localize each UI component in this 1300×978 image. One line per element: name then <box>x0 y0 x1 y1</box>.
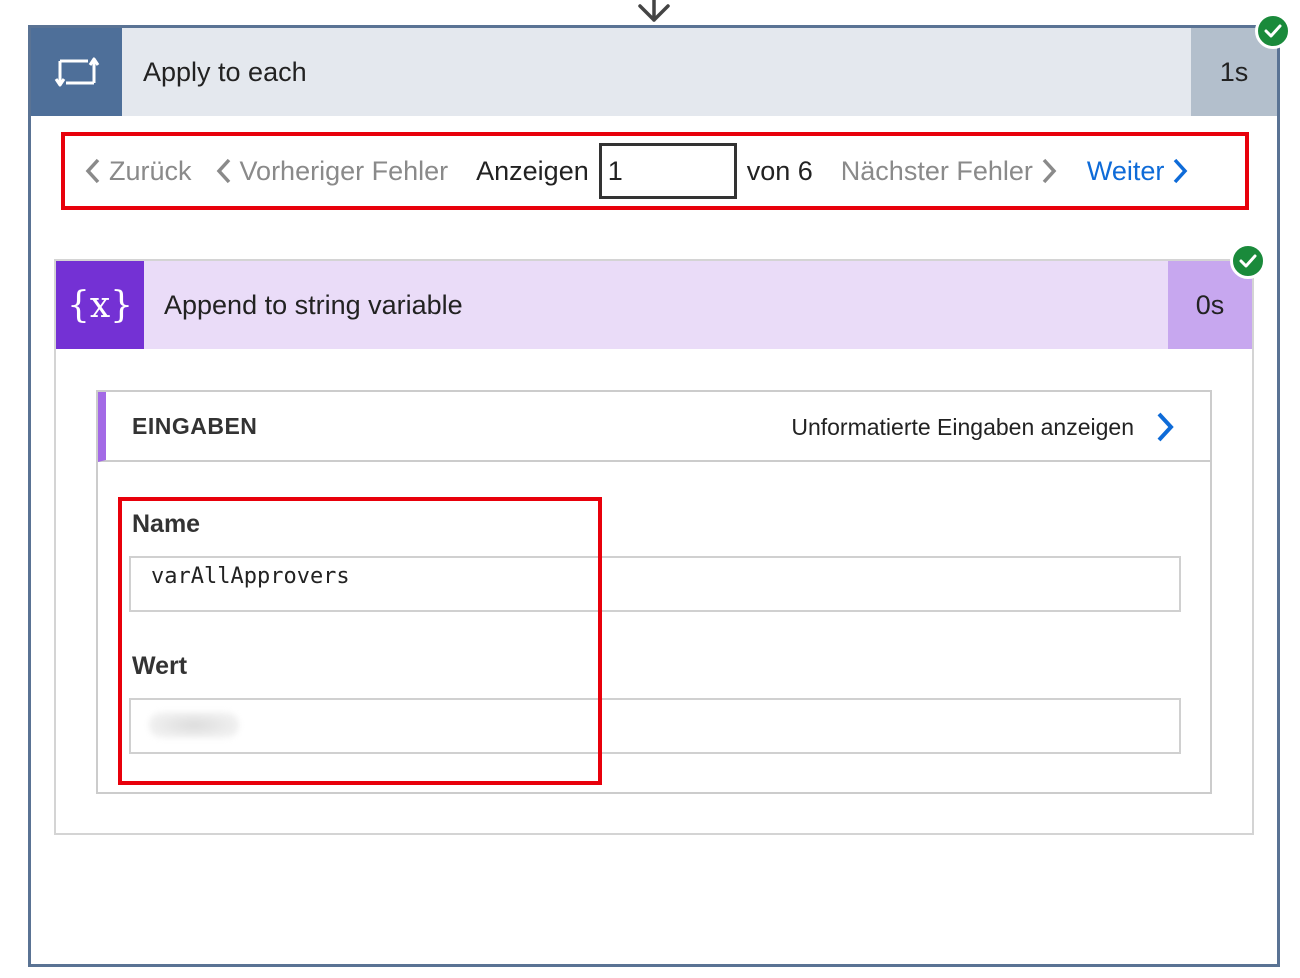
loop-icon <box>31 28 122 116</box>
arrow-down-icon <box>638 0 670 22</box>
inputs-panel: EINGABEN Unformatierte Eingaben anzeigen… <box>96 390 1212 794</box>
success-check-icon <box>1255 13 1291 49</box>
blurred-redaction <box>149 712 239 738</box>
name-field-value: varAllApprovers <box>129 556 1181 612</box>
chevron-left-icon <box>85 158 100 184</box>
append-to-string-variable-card: {x} Append to string variable 0s EINGABE… <box>54 259 1254 835</box>
append-to-string-variable-title: Append to string variable <box>164 290 463 320</box>
chevron-left-icon <box>216 158 230 184</box>
chevron-right-icon <box>1157 412 1174 442</box>
previous-error-button[interactable]: Vorheriger Fehler <box>216 155 449 187</box>
apply-to-each-header[interactable]: Apply to each 1s <box>31 28 1277 116</box>
value-field-label: Wert <box>132 652 188 680</box>
apply-to-each-card: Apply to each 1s Zurück Vorheriger Fehle… <box>28 25 1280 967</box>
inputs-title: EINGABEN <box>132 413 258 439</box>
inputs-header: EINGABEN Unformatierte Eingaben anzeigen <box>98 392 1210 462</box>
show-label: Anzeigen <box>476 155 589 186</box>
success-check-icon <box>1230 243 1266 279</box>
next-button[interactable]: Weiter <box>1087 156 1189 187</box>
previous-error-label: Vorheriger Fehler <box>239 155 449 186</box>
append-to-string-variable-header[interactable]: {x} Append to string variable 0s <box>56 261 1252 349</box>
iteration-pager: Zurück Vorheriger Fehler Anzeigen von 6 … <box>61 132 1249 210</box>
page-number-input[interactable] <box>598 143 737 199</box>
apply-to-each-title: Apply to each <box>143 57 307 87</box>
next-label: Weiter <box>1086 155 1165 186</box>
next-error-label: Nächster Fehler <box>840 155 1033 186</box>
next-error-button[interactable]: Nächster Fehler <box>841 156 1057 187</box>
value-field-value <box>129 698 1181 754</box>
variable-icon: {x} <box>56 261 144 349</box>
back-button[interactable]: Zurück <box>85 156 192 187</box>
show-raw-inputs-link[interactable]: Unformatierte Eingaben anzeigen <box>791 392 1174 462</box>
chevron-right-icon <box>1174 158 1188 184</box>
back-label: Zurück <box>109 155 192 186</box>
name-field-label: Name <box>132 510 201 538</box>
show-raw-inputs-label: Unformatierte Eingaben anzeigen <box>791 413 1134 440</box>
chevron-right-icon <box>1042 158 1057 184</box>
page-count-label: von 6 <box>746 155 813 186</box>
